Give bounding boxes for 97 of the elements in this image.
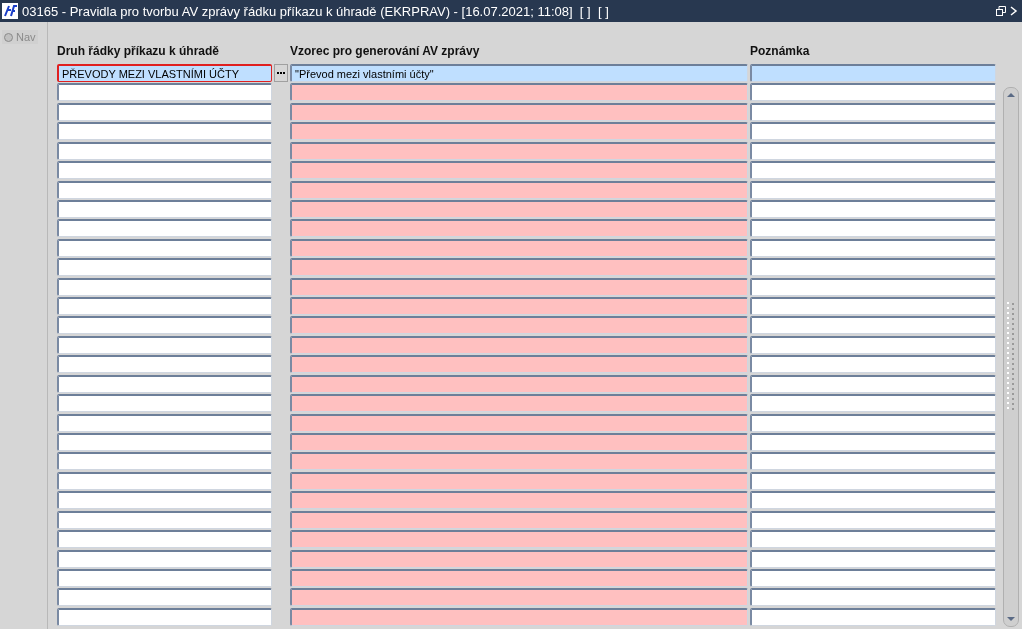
formula-field[interactable] [290,258,748,277]
lookup-button[interactable] [274,64,288,82]
formula-field[interactable] [290,102,748,121]
type-field[interactable] [57,433,272,451]
type-field[interactable] [57,394,272,413]
note-field[interactable] [750,180,996,199]
formula-field[interactable] [290,491,748,510]
type-field[interactable] [57,258,272,277]
type-field[interactable] [57,277,272,296]
close-icon[interactable] [1010,6,1018,16]
formula-field[interactable] [290,510,748,529]
formula-field[interactable] [290,588,748,607]
note-field[interactable] [750,471,996,490]
type-field[interactable] [57,568,272,587]
note-field[interactable] [750,433,996,451]
note-field[interactable] [750,452,996,471]
note-field[interactable] [750,122,996,141]
note-field[interactable] [750,258,996,277]
note-field[interactable] [750,394,996,413]
note-field[interactable] [750,607,996,626]
note-field[interactable] [750,374,996,393]
formula-field[interactable] [290,316,748,335]
type-field[interactable] [57,122,272,141]
note-field[interactable] [750,199,996,218]
type-field[interactable] [57,355,272,374]
restore-icon[interactable] [996,6,1006,16]
note-field[interactable] [750,491,996,510]
note-field[interactable] [750,161,996,180]
note-field[interactable] [750,102,996,121]
type-field[interactable] [57,510,272,529]
formula-field[interactable] [290,297,748,316]
type-field[interactable] [57,549,272,568]
note-field[interactable] [750,588,996,607]
type-field[interactable] [57,199,272,218]
formula-field[interactable] [290,141,748,160]
type-field[interactable] [57,335,272,354]
formula-field[interactable] [290,180,748,199]
formula-field[interactable] [290,471,748,490]
note-field[interactable] [750,141,996,160]
note-field[interactable] [750,510,996,529]
formula-field[interactable] [290,607,748,626]
app-logo-icon [2,3,18,19]
note-field[interactable] [750,277,996,296]
type-field[interactable] [57,607,272,626]
type-field[interactable] [57,471,272,490]
note-field[interactable] [750,316,996,335]
column-header: Poznámka [750,44,811,60]
type-field[interactable] [57,588,272,607]
note-field[interactable] [750,355,996,374]
type-field[interactable] [57,452,272,471]
formula-field[interactable] [290,335,748,354]
type-field[interactable] [57,83,272,102]
note-field[interactable] [750,83,996,102]
window-title: 03165 - Pravidla pro tvorbu AV zprávy řádku příkazu k úhradě (EKRPRAV) - [16.07.2021; 11:08] [ ] [ ] [22,3,610,19]
type-field[interactable] [57,141,272,160]
type-field[interactable] [57,491,272,510]
type-field[interactable] [57,413,272,432]
type-field[interactable] [57,102,272,121]
type-field[interactable] [57,374,272,393]
note-field[interactable] [750,238,996,257]
formula-field[interactable] [290,83,748,102]
type-field[interactable] [57,180,272,199]
type-field[interactable] [57,161,272,180]
formula-field[interactable] [290,355,748,374]
type-field[interactable] [57,297,272,316]
note-field[interactable] [750,549,996,568]
formula-field[interactable] [290,374,748,393]
type-field[interactable] [57,238,272,257]
formula-field[interactable] [290,161,748,180]
formula-field[interactable] [290,452,748,471]
column-header: Druh řádky příkazu k úhradě [57,44,221,60]
scroll-grip-icon[interactable] [1007,302,1015,412]
formula-field[interactable] [290,549,748,568]
formula-field[interactable]: "Převod mezi vlastními účty" [290,64,748,82]
type-field[interactable]: PŘEVODY MEZI VLASTNÍMI ÚČTY [57,64,272,82]
column-header: Vzorec pro generování AV zprávy [290,44,481,60]
formula-field[interactable] [290,413,748,432]
type-field[interactable] [57,219,272,238]
formula-field[interactable] [290,568,748,587]
formula-field[interactable] [290,277,748,296]
note-field[interactable] [750,297,996,316]
note-field[interactable] [750,219,996,238]
formula-field[interactable] [290,219,748,238]
type-field[interactable] [57,316,272,335]
type-field[interactable] [57,530,272,549]
note-field[interactable] [750,64,996,82]
formula-field[interactable] [290,122,748,141]
note-field[interactable] [750,568,996,587]
formula-field[interactable] [290,530,748,549]
note-field[interactable] [750,335,996,354]
formula-field[interactable] [290,238,748,257]
formula-field[interactable] [290,433,748,451]
note-field[interactable] [750,413,996,432]
scrollbar[interactable] [1003,87,1019,627]
formula-field[interactable] [290,394,748,413]
note-field[interactable] [750,530,996,549]
formula-field[interactable] [290,199,748,218]
